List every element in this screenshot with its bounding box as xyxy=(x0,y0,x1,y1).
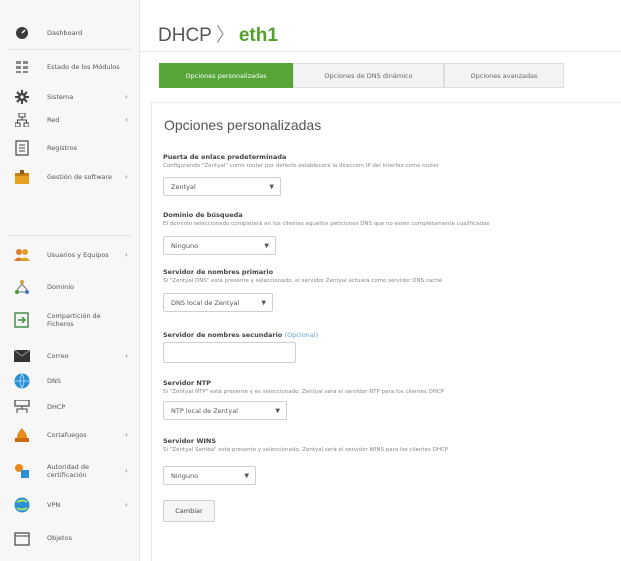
ntp-server-value: NTP local de Zentyal xyxy=(171,406,238,415)
search-domain-select[interactable]: Ninguno ▼ xyxy=(163,236,276,255)
vpn-icon xyxy=(14,497,30,513)
optional-tag: (Opcional) xyxy=(284,331,319,339)
chevron-left-icon: ‹ xyxy=(125,431,128,439)
sidebar-item-vpn[interactable]: VPN ‹ xyxy=(0,490,140,520)
firewall-icon xyxy=(14,427,30,443)
sidebar-item-domain[interactable]: Dominio xyxy=(0,272,140,302)
secondary-nameserver-input[interactable] xyxy=(163,342,296,363)
gateway-select[interactable]: Zentyal ▼ xyxy=(163,177,281,196)
sidebar-item-label: VPN xyxy=(47,501,61,509)
dhcp-icon xyxy=(14,399,30,415)
objects-icon xyxy=(14,530,30,546)
chevron-down-icon: ▼ xyxy=(269,183,274,190)
tab-advanced-options[interactable]: Opciones avanzadas xyxy=(444,63,564,88)
sidebar-item-label: Compartición de Ficheros xyxy=(47,312,101,328)
gateway-help: Configurando "Zentyal" como router por d… xyxy=(163,163,439,169)
chevron-left-icon: ‹ xyxy=(125,93,128,101)
chevron-left-icon: ‹ xyxy=(125,501,128,509)
chevron-left-icon: ‹ xyxy=(125,352,128,360)
gateway-value: Zentyal xyxy=(171,182,196,191)
sidebar-item-certificate-authority[interactable]: Autoridad de certificación ‹ xyxy=(0,456,140,486)
wins-server-label: Servidor WINS xyxy=(163,437,217,445)
chevron-down-icon: ▼ xyxy=(275,407,280,414)
divider xyxy=(8,49,132,50)
sidebar-item-label: Correo xyxy=(47,352,69,360)
ntp-server-help: Si "Zentyal NTP" está presente y es sele… xyxy=(163,389,444,395)
sidebar-item-label: Objetos xyxy=(47,534,72,542)
breadcrumb-interface: eth1 xyxy=(238,25,278,46)
sidebar-item-label: Autoridad de certificación xyxy=(47,463,89,479)
file-sharing-icon xyxy=(14,312,30,328)
domain-icon xyxy=(14,279,30,295)
certificate-icon xyxy=(14,463,30,479)
section-title: Opciones personalizadas xyxy=(164,117,322,133)
sidebar-item-users[interactable]: Usuarios y Equipos ‹ xyxy=(0,240,140,270)
sidebar-item-label: Gestión de software xyxy=(47,173,113,181)
sidebar-item-network[interactable]: Red ‹ xyxy=(0,105,140,135)
dns-icon xyxy=(14,373,30,389)
wins-server-select[interactable]: Ninguno ▼ xyxy=(163,466,256,485)
sidebar-item-label: DHCP xyxy=(47,403,66,411)
divider xyxy=(8,235,132,236)
modules-icon xyxy=(14,59,30,75)
sidebar-item-label: DNS xyxy=(47,377,61,385)
gateway-label: Puerta de enlace predeterminada xyxy=(163,153,287,161)
primary-nameserver-value: DNS local de Zentyal xyxy=(171,298,240,307)
divider xyxy=(140,51,621,52)
sidebar-item-label: Dominio xyxy=(47,283,75,291)
ntp-server-label: Servidor NTP xyxy=(163,379,211,387)
sidebar-item-label: Dashboard xyxy=(47,29,83,37)
sidebar-item-dashboard[interactable]: Dashboard xyxy=(0,18,140,48)
sidebar-item-label: Cortafuegos xyxy=(47,431,87,439)
sidebar-item-objects[interactable]: Objetos xyxy=(0,523,140,553)
breadcrumb-separator: 〉 xyxy=(215,25,235,46)
sidebar-item-label: Usuarios y Equipos xyxy=(47,251,109,259)
chevron-left-icon: ‹ xyxy=(125,251,128,259)
ntp-server-select[interactable]: NTP local de Zentyal ▼ xyxy=(163,401,287,420)
primary-nameserver-select[interactable]: DNS local de Zentyal ▼ xyxy=(163,293,273,312)
gear-icon xyxy=(14,89,30,105)
chevron-down-icon: ▼ xyxy=(261,299,266,306)
chevron-left-icon: ‹ xyxy=(125,467,128,475)
chevron-down-icon: ▼ xyxy=(264,242,269,249)
secondary-nameserver-label: Servidor de nombres secundario (Opcional… xyxy=(163,331,318,339)
sidebar-item-dhcp[interactable]: DHCP xyxy=(0,392,140,422)
primary-nameserver-label: Servidor de nombres primario xyxy=(163,268,274,276)
sidebar-item-label: Estado de los Módulos xyxy=(47,63,120,71)
software-package-icon xyxy=(14,169,30,185)
tab-dynamic-dns[interactable]: Opciones de DNS dinámico xyxy=(293,63,444,88)
secondary-nameserver-label-text: Servidor de nombres secundario xyxy=(163,331,283,339)
chevron-left-icon: ‹ xyxy=(125,116,128,124)
logs-icon xyxy=(14,140,30,156)
sidebar-item-label: Sistema xyxy=(47,93,74,101)
breadcrumb-section[interactable]: DHCP xyxy=(158,25,212,46)
search-domain-help: El dominio seleccionado completará en lo… xyxy=(163,221,490,227)
primary-nameserver-help: Si "Zentyal DNS" está presente y selecci… xyxy=(163,278,443,284)
search-domain-label: Dominio de búsqueda xyxy=(163,211,243,219)
sidebar-item-module-status[interactable]: Estado de los Módulos xyxy=(0,52,140,82)
wins-server-value: Ninguno xyxy=(171,471,199,480)
sidebar-item-label: Registros xyxy=(47,144,77,152)
sidebar: Dashboard Estado de los Módulos Sistema … xyxy=(0,0,140,561)
sidebar-item-label: Red xyxy=(47,116,60,124)
mail-icon xyxy=(14,348,30,364)
sidebar-item-software[interactable]: Gestión de software ‹ xyxy=(0,162,140,192)
network-icon xyxy=(14,112,30,128)
page-title: DHCP 〉 eth1 xyxy=(158,20,278,47)
tab-custom-options[interactable]: Opciones personalizadas xyxy=(159,63,293,88)
chevron-down-icon: ▼ xyxy=(244,472,249,479)
dashboard-icon xyxy=(14,25,30,41)
wins-server-help: Si "Zentyal Samba" está presente y selec… xyxy=(163,447,449,453)
chevron-left-icon: ‹ xyxy=(125,173,128,181)
change-button[interactable]: Cambiar xyxy=(163,500,215,522)
users-icon xyxy=(14,247,30,263)
sidebar-item-logs[interactable]: Registros xyxy=(0,133,140,163)
sidebar-item-firewall[interactable]: Cortafuegos ‹ xyxy=(0,420,140,450)
search-domain-value: Ninguno xyxy=(171,241,199,250)
sidebar-item-file-sharing[interactable]: Compartición de Ficheros xyxy=(0,305,140,335)
